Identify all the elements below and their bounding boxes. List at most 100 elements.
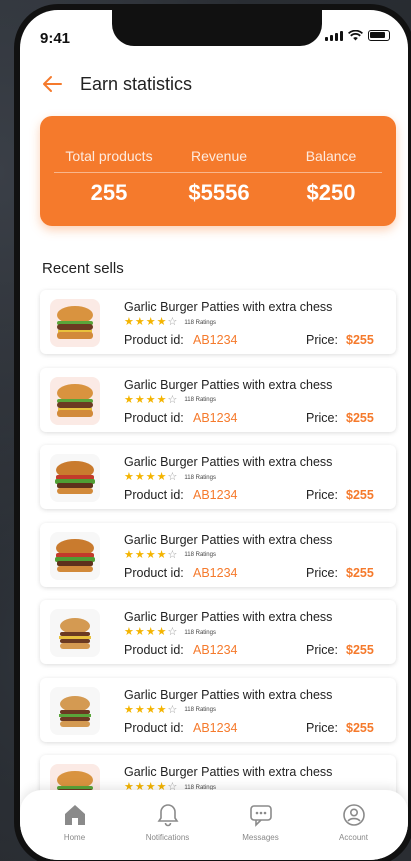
star-icon: ★ (134, 626, 145, 638)
nav-account[interactable]: Account (314, 802, 394, 842)
product-id-label: Product id: (124, 410, 184, 425)
nav-home[interactable]: Home (35, 802, 115, 842)
product-title: Garlic Burger Patties with extra chess (124, 300, 333, 314)
wifi-icon (348, 30, 363, 41)
ratings-count: 118 Ratings (184, 629, 216, 636)
star-icon: ★ (156, 548, 167, 561)
star-icon: ★ (134, 548, 145, 561)
star-icon: ★ (124, 393, 134, 406)
status-time: 9:41 (40, 30, 71, 47)
price-label: Price: (306, 488, 338, 502)
star-icon: ★ (156, 626, 167, 638)
star-icon: ★ (134, 393, 145, 406)
product-image (50, 376, 100, 425)
star-icon: ★ (134, 471, 145, 483)
product-title: Garlic Burger Patties with extra chess (124, 455, 333, 469)
signal-icon (325, 31, 343, 41)
nav-label: Messages (242, 833, 279, 842)
status-icons (325, 30, 390, 41)
stat-value: $250 (306, 180, 356, 205)
stat-label: Revenue (190, 148, 248, 164)
list-item[interactable]: Garlic Burger Patties with extra chess ★… (40, 445, 396, 509)
rating: ★ ★ ★ ★ ☆ 118 Ratings (124, 703, 216, 716)
star-icon: ★ (145, 316, 156, 328)
price-value: $255 (346, 643, 374, 657)
star-icon: ★ (124, 471, 134, 483)
star-outline-icon: ☆ (167, 316, 178, 328)
list-item[interactable]: Garlic Burger Patties with extra chess ★… (40, 522, 396, 587)
star-icon: ★ (145, 703, 156, 716)
stat-balance: Balance $250 (276, 148, 386, 206)
star-icon: ★ (145, 548, 156, 561)
burger-icon (57, 383, 93, 417)
arrow-left-icon[interactable] (40, 72, 64, 96)
price-value: $255 (346, 488, 374, 502)
product-title: Garlic Burger Patties with extra chess (124, 687, 333, 702)
product-image (50, 531, 100, 580)
ratings-count: 118 Ratings (184, 707, 216, 713)
ratings-count: 118 Ratings (184, 474, 216, 481)
product-id-label: Product id: (124, 720, 184, 735)
product-id-value: AB1234 (193, 720, 238, 735)
rating: ★ ★ ★ ★ ☆ 118 Ratings (124, 472, 216, 483)
star-icon: ★ (156, 471, 167, 483)
list-item[interactable]: Garlic Burger Patties with extra chess ★… (40, 367, 396, 432)
section-title: Recent sells (42, 260, 124, 277)
price-label: Price: (306, 643, 338, 657)
battery-icon (368, 30, 390, 41)
rating: ★ ★ ★ ★ ☆ 118 Ratings (124, 548, 216, 561)
product-title: Garlic Burger Patties with extra chess (124, 765, 333, 779)
product-id-label: Product id: (124, 488, 184, 502)
phone-frame: 9:41 Earn statistics Total products 255 … (14, 4, 411, 861)
list-item[interactable]: Garlic Burger Patties with extra chess ★… (40, 600, 396, 664)
nav-messages[interactable]: Messages (221, 802, 301, 842)
star-icon: ★ (156, 316, 167, 328)
star-icon: ★ (124, 316, 134, 328)
product-id-value: AB1234 (193, 410, 238, 425)
star-icon: ★ (124, 626, 134, 638)
app-screen: 9:41 Earn statistics Total products 255 … (20, 10, 408, 860)
star-icon: ★ (145, 393, 156, 406)
burger-icon (59, 695, 91, 727)
price-value: $255 (346, 720, 374, 735)
nav-label: Account (339, 833, 368, 842)
ratings-count: 118 Ratings (184, 397, 216, 403)
list-item[interactable]: Garlic Burger Patties with extra chess ★… (40, 677, 396, 742)
burger-icon (57, 306, 93, 339)
product-title: Garlic Burger Patties with extra chess (124, 532, 333, 547)
price-value: $255 (346, 410, 374, 425)
chat-icon (249, 805, 272, 827)
stat-value: $5556 (188, 180, 250, 205)
rating: ★ ★ ★ ★ ☆ 118 Ratings (124, 317, 216, 328)
product-image (50, 609, 100, 657)
star-icon: ★ (124, 548, 134, 561)
star-outline-icon: ☆ (167, 626, 178, 638)
stat-total-products: Total products 255 (54, 148, 164, 206)
price-label: Price: (306, 565, 338, 580)
burger-icon (55, 461, 95, 494)
star-outline-icon: ☆ (167, 471, 178, 483)
product-image (50, 686, 100, 735)
stat-revenue: Revenue $5556 (164, 148, 274, 206)
status-bar: 9:41 (20, 10, 408, 60)
star-icon: ★ (156, 703, 167, 716)
user-icon (342, 804, 365, 826)
product-id-value: AB1234 (193, 565, 238, 580)
star-icon: ★ (124, 703, 134, 716)
star-icon: ★ (134, 703, 145, 716)
header: Earn statistics (40, 72, 192, 96)
price-label: Price: (306, 410, 338, 425)
rating: ★ ★ ★ ★ ☆ 118 Ratings (124, 393, 216, 406)
product-image (50, 299, 100, 347)
price-label: Price: (306, 720, 338, 735)
burger-icon (59, 618, 91, 649)
stats-card: Total products 255 Revenue $5556 Balance… (40, 116, 396, 226)
rating: ★ ★ ★ ★ ☆ 118 Ratings (124, 627, 216, 638)
list-item[interactable]: Garlic Burger Patties with extra chess ★… (40, 290, 396, 354)
product-title: Garlic Burger Patties with extra chess (124, 610, 333, 624)
nav-notifications[interactable]: Notifications (128, 802, 208, 842)
page-title: Earn statistics (80, 73, 193, 94)
burger-icon (55, 538, 95, 572)
price-value: $255 (346, 333, 374, 347)
product-id-value: AB1234 (193, 333, 238, 347)
